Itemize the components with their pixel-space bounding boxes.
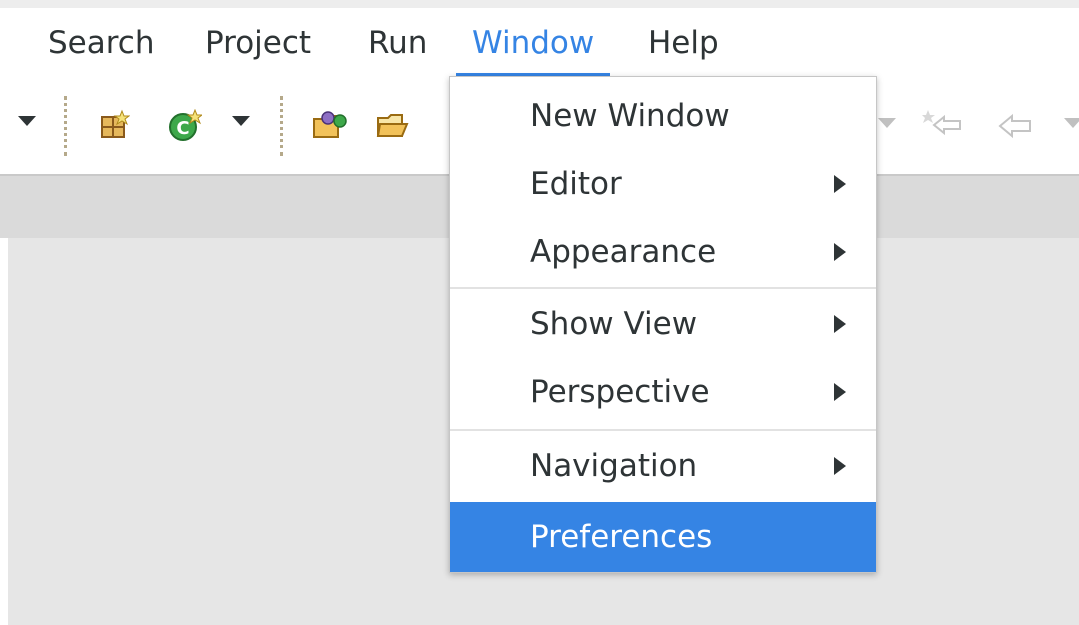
open-type-icon[interactable] [312, 109, 352, 143]
dropdown-arrow-icon[interactable] [232, 116, 250, 126]
back-arrow-icon[interactable] [994, 110, 1036, 142]
title-strip [0, 0, 1079, 8]
menu-project[interactable]: Project [205, 8, 311, 76]
menu-help[interactable]: Help [648, 8, 719, 76]
menu-item-label: Editor [530, 166, 622, 202]
menu-item-perspective[interactable]: Perspective [450, 357, 876, 427]
new-package-icon[interactable] [98, 109, 130, 141]
menu-item-navigation[interactable]: Navigation [450, 431, 876, 501]
dropdown-arrow-icon[interactable] [1064, 118, 1079, 128]
menu-item-label: Navigation [530, 448, 698, 484]
workspace-edge [0, 238, 8, 625]
svg-text:C: C [176, 118, 189, 139]
submenu-arrow-icon [834, 383, 846, 401]
last-edit-icon[interactable] [922, 108, 964, 140]
menu-search[interactable]: Search [48, 8, 155, 76]
open-folder-icon[interactable] [376, 110, 410, 142]
submenu-arrow-icon [834, 457, 846, 475]
menu-item-new-window[interactable]: New Window [450, 81, 876, 151]
menu-item-label: Perspective [530, 374, 710, 410]
dropdown-arrow-icon[interactable] [878, 118, 896, 128]
menu-item-label: Appearance [530, 234, 717, 270]
menu-item-label: New Window [530, 98, 730, 134]
new-class-icon[interactable]: C [168, 109, 202, 143]
menu-item-editor[interactable]: Editor [450, 149, 876, 219]
submenu-arrow-icon [834, 243, 846, 261]
menubar: Search Project Run Window Help [0, 8, 1079, 76]
window-menu-popup: New Window Editor Appearance Show View P… [449, 76, 877, 573]
menu-item-label: Preferences [530, 519, 713, 555]
menu-run[interactable]: Run [368, 8, 427, 76]
dropdown-arrow-icon[interactable] [18, 116, 36, 126]
menu-item-appearance[interactable]: Appearance [450, 217, 876, 287]
menu-item-label: Show View [530, 306, 698, 342]
submenu-arrow-icon [834, 175, 846, 193]
menu-item-show-view[interactable]: Show View [450, 289, 876, 359]
submenu-arrow-icon [834, 315, 846, 333]
toolbar-separator [280, 96, 283, 156]
menu-window[interactable]: Window [455, 8, 611, 76]
toolbar-separator [64, 96, 67, 156]
menu-item-preferences[interactable]: Preferences [450, 502, 876, 572]
